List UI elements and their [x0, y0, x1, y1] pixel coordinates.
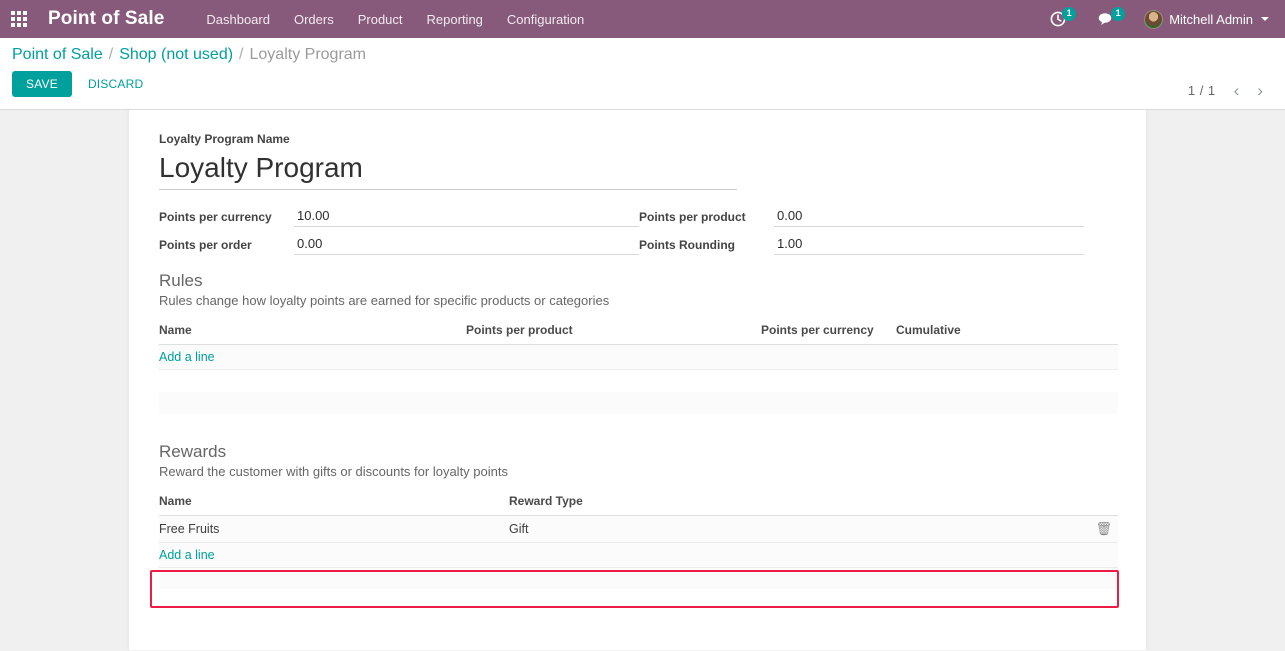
- points-rounding-label: Points Rounding: [639, 237, 735, 252]
- rules-add-line-row[interactable]: Add a line: [159, 344, 1118, 370]
- rewards-column-name: Name: [159, 490, 509, 516]
- main-menu: Dashboard Orders Product Reporting Confi…: [194, 2, 596, 37]
- points-per-product-field: [774, 206, 1084, 227]
- rules-section: Rules Rules change how loyalty points ar…: [159, 271, 1118, 414]
- app-brand-title[interactable]: Point of Sale: [48, 8, 164, 30]
- points-per-product-label: Points per product: [639, 209, 746, 224]
- menu-item-configuration[interactable]: Configuration: [495, 2, 596, 37]
- reward-row-type[interactable]: Gift: [509, 515, 1069, 543]
- loyalty-program-name-input[interactable]: [159, 150, 737, 190]
- breadcrumb: Point of Sale / Shop (not used) / Loyalt…: [12, 46, 1273, 64]
- rewards-column-reward-type: Reward Type: [509, 490, 1069, 516]
- points-per-order-field: [294, 234, 639, 255]
- pager-next-button[interactable]: ›: [1249, 80, 1271, 101]
- rules-header-row: Name Points per product Points per curre…: [159, 320, 1118, 345]
- messaging-menu-button[interactable]: 1: [1089, 0, 1134, 38]
- rules-subtitle: Rules change how loyalty points are earn…: [159, 293, 610, 308]
- rules-add-a-line-link[interactable]: Add a line: [159, 350, 215, 364]
- activity-menu-button[interactable]: 1: [1041, 0, 1085, 38]
- rewards-add-a-line-link[interactable]: Add a line: [159, 548, 215, 562]
- pager-count: 1 / 1: [1187, 83, 1216, 98]
- record-pager: 1 / 1 ‹ ›: [1188, 80, 1271, 101]
- rules-column-name: Name: [159, 320, 466, 345]
- rewards-section: Rewards Reward the customer with gifts o…: [159, 441, 1118, 589]
- menu-item-orders[interactable]: Orders: [282, 2, 346, 37]
- points-fields-grid: Points per currency Points per product P…: [159, 206, 1116, 255]
- rules-empty-row: [159, 391, 1118, 414]
- activity-count-badge: 1: [1062, 7, 1077, 21]
- message-count-badge: 1: [1111, 7, 1126, 21]
- breadcrumb-item-point-of-sale[interactable]: Point of Sale: [12, 46, 103, 64]
- breadcrumb-item-current: Loyalty Program: [249, 46, 367, 63]
- discard-button[interactable]: DISCARD: [76, 71, 155, 97]
- save-button[interactable]: SAVE: [12, 71, 72, 97]
- chevron-down-icon: [1261, 17, 1269, 21]
- loyalty-program-name-label: Loyalty Program Name: [159, 132, 290, 146]
- points-rounding-input[interactable]: [774, 234, 1084, 255]
- reward-row-actions: 🗑: [1069, 515, 1118, 543]
- reward-row-name[interactable]: Free Fruits: [159, 515, 509, 543]
- points-rounding-field: [774, 234, 1084, 255]
- menu-item-reporting[interactable]: Reporting: [415, 2, 495, 37]
- points-per-product-input[interactable]: [774, 206, 1084, 227]
- trash-icon[interactable]: 🗑: [1095, 521, 1114, 537]
- rules-table: Name Points per product Points per curre…: [159, 320, 1118, 414]
- points-per-currency-field: [294, 206, 639, 227]
- user-avatar: [1144, 9, 1164, 29]
- rules-column-points-per-currency: Points per currency: [761, 320, 896, 345]
- rules-column-cumulative: Cumulative: [896, 320, 1118, 345]
- rules-column-points-per-product: Points per product: [466, 320, 761, 345]
- breadcrumb-separator: /: [239, 46, 244, 63]
- rules-spacer-row: [159, 369, 1118, 392]
- rewards-column-actions: [1069, 490, 1118, 516]
- rewards-header-row: Name Reward Type: [159, 490, 1118, 516]
- rewards-title: Rewards: [159, 441, 227, 461]
- user-menu[interactable]: Mitchell Admin: [1138, 0, 1277, 38]
- points-per-currency-label: Points per currency: [159, 209, 272, 224]
- menu-item-product[interactable]: Product: [346, 2, 415, 37]
- rules-title: Rules: [159, 271, 203, 290]
- rewards-table: Name Reward Type Free Fruits Gift 🗑 Add …: [159, 490, 1118, 589]
- rewards-empty-row: [159, 567, 1118, 589]
- rewards-add-line-row[interactable]: Add a line: [159, 542, 1118, 568]
- menu-item-dashboard[interactable]: Dashboard: [194, 2, 282, 37]
- points-per-currency-input[interactable]: [294, 206, 639, 227]
- form-action-buttons: SAVE DISCARD: [12, 71, 1273, 97]
- rewards-subtitle: Reward the customer with gifts or discou…: [159, 463, 508, 479]
- grid-apps-icon: [11, 11, 27, 27]
- top-navbar: Point of Sale Dashboard Orders Product R…: [0, 0, 1285, 38]
- control-panel: Point of Sale / Shop (not used) / Loyalt…: [0, 38, 1285, 110]
- form-sheet: Loyalty Program Name Points per currency…: [128, 110, 1147, 650]
- pager-previous-button[interactable]: ‹: [1226, 80, 1248, 101]
- form-content-area: Loyalty Program Name Points per currency…: [0, 110, 1285, 650]
- navbar-systray: 1 1 Mitchell Admin: [1041, 0, 1285, 38]
- points-per-order-label: Points per order: [159, 237, 252, 252]
- breadcrumb-item-shop[interactable]: Shop (not used): [119, 46, 233, 64]
- apps-menu-toggle[interactable]: [0, 0, 38, 38]
- table-row[interactable]: Free Fruits Gift 🗑: [159, 515, 1118, 543]
- user-name-label: Mitchell Admin: [1169, 11, 1253, 27]
- points-per-order-input[interactable]: [294, 234, 639, 255]
- breadcrumb-separator: /: [108, 46, 114, 63]
